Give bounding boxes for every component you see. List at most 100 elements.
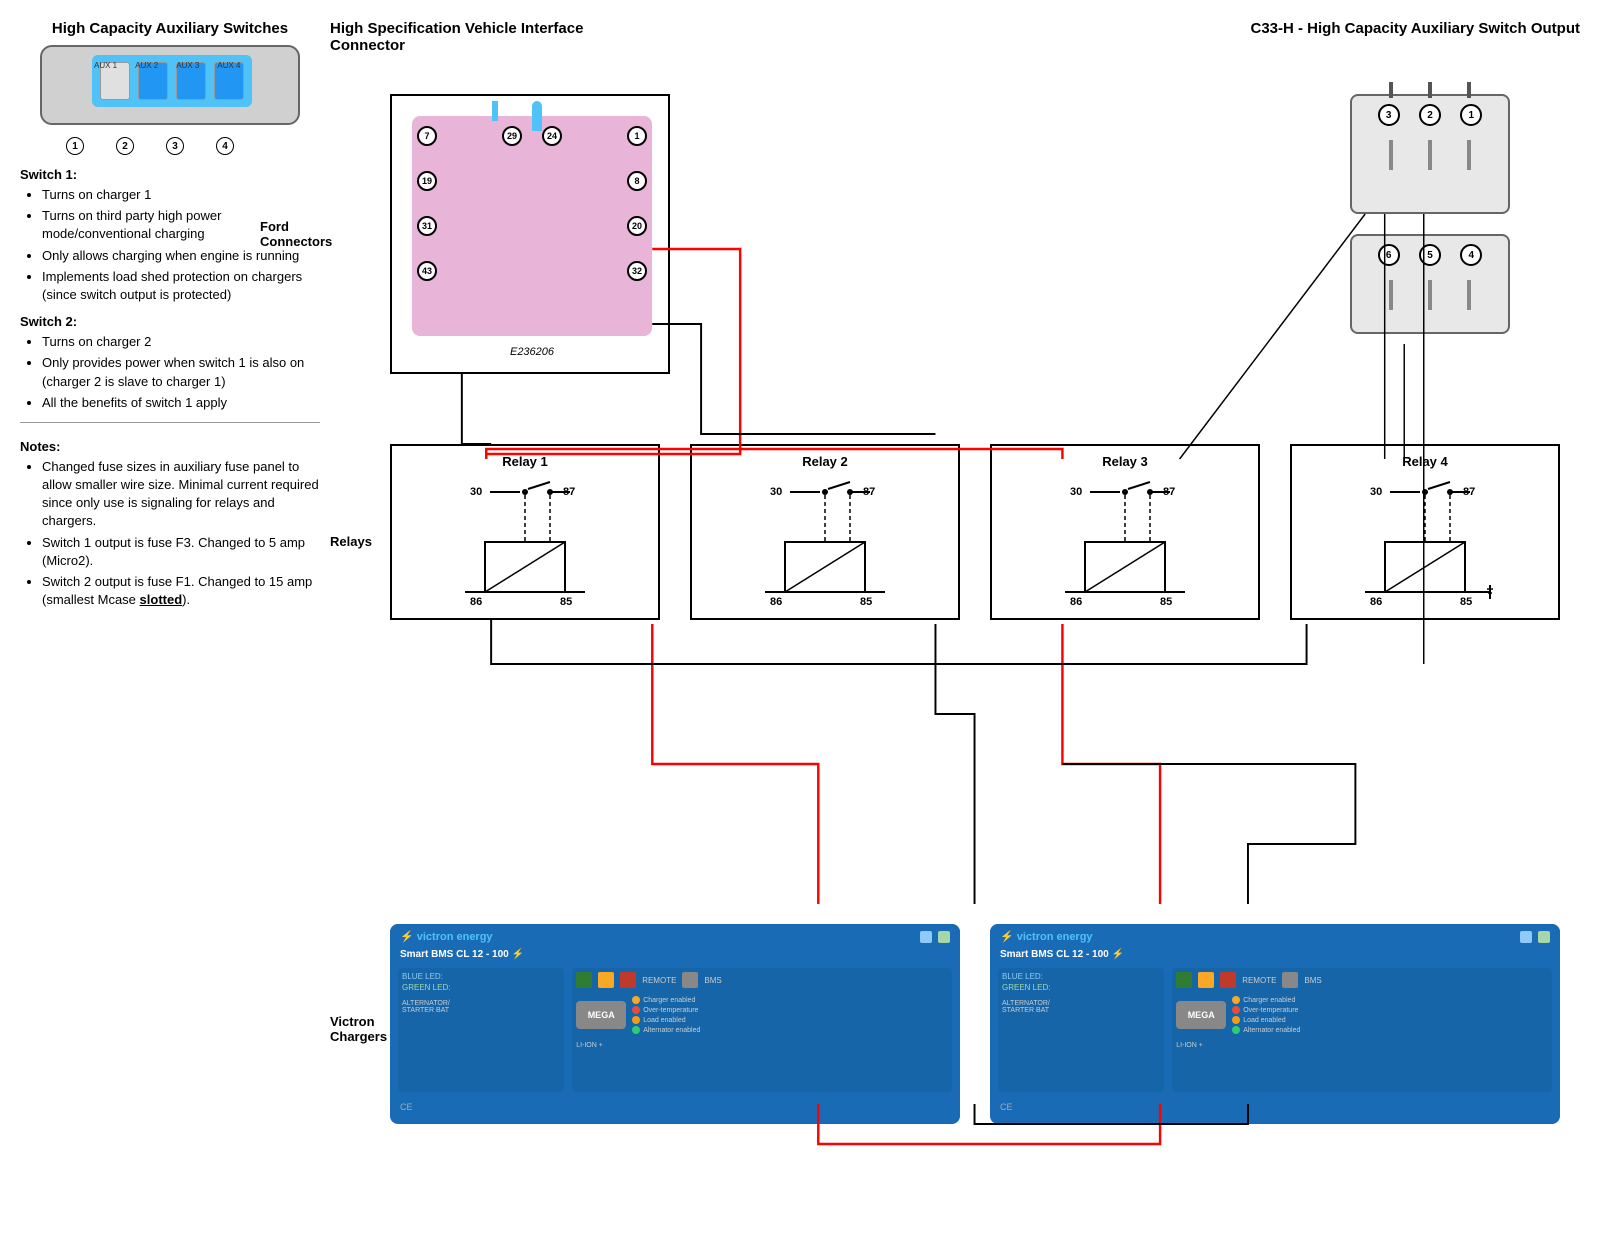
relay-2-title: Relay 2	[700, 454, 950, 469]
pin-19: 19	[417, 171, 437, 191]
ford-connector-box: 7 29 24 1 19 8 31 20 43 32 E236206	[390, 94, 670, 374]
relay-4-box: Relay 4 30 87 86	[1290, 444, 1560, 620]
relay-3-schematic: 30 87 86 85	[1000, 477, 1250, 607]
left-panel-title: High Capacity Auxiliary Switches	[20, 20, 320, 37]
top-titles: High Specification Vehicle InterfaceConn…	[330, 20, 1580, 54]
notes-bullets: Changed fuse sizes in auxiliary fuse pan…	[20, 458, 320, 610]
charger-1-right: REMOTE BMS MEGA Charger enabled	[572, 968, 952, 1092]
connector-label: E236206	[510, 346, 554, 358]
diagram-area: FordConnectors 7 29 24 1 19 8 31 20	[330, 64, 1580, 1164]
charger-2-right: REMOTE BMS MEGA Charger enabled	[1172, 968, 1552, 1092]
relays-label: Relays	[330, 534, 372, 549]
switch1-bullet-3: Only allows charging when engine is runn…	[42, 247, 320, 265]
charger-1-remote	[620, 972, 636, 988]
c33h-top-body: 3 2 1	[1350, 94, 1510, 214]
charger-1-terminal-1	[576, 972, 592, 988]
charger-1-terminal-2	[598, 972, 614, 988]
switch2-heading: Switch 2:	[20, 314, 320, 329]
victron-chargers-label: VictronChargers	[330, 1014, 387, 1044]
svg-text:85: 85	[560, 596, 572, 607]
switch-image: AUX 1 AUX 2 AUX 3 AUX 4	[40, 45, 300, 125]
svg-text:85: 85	[860, 596, 872, 607]
ford-connector-inner: 7 29 24 1 19 8 31 20 43 32 E236206	[412, 116, 652, 336]
charger-1-mega-fuse: MEGA	[576, 1001, 626, 1029]
title-c33h: C33-H - High Capacity Auxiliary Switch O…	[1251, 20, 1581, 54]
c33h-pin-3: 3	[1378, 104, 1400, 126]
relay-4-title: Relay 4	[1300, 454, 1550, 469]
svg-text:87: 87	[1463, 486, 1475, 498]
charger-1-ce: CE	[390, 1100, 960, 1114]
notes-underline: slotted	[140, 592, 183, 607]
right-panel: High Specification Vehicle InterfaceConn…	[330, 20, 1580, 1215]
svg-text:86: 86	[1070, 596, 1082, 607]
charger-2-left: BLUE LED: GREEN LED: ALTERNATOR/STARTER …	[998, 968, 1164, 1092]
svg-text:30: 30	[770, 486, 782, 498]
charger-2-ce: CE	[990, 1100, 1560, 1114]
switch-num-2: 2	[116, 137, 134, 155]
charger-1-top: ⚡ victron energy	[390, 924, 960, 949]
switch2-bullet-1: Turns on charger 2	[42, 333, 320, 351]
left-panel: High Capacity Auxiliary Switches AUX 1 A…	[20, 20, 330, 1215]
relay-3-box: Relay 3 30 87 86	[990, 444, 1260, 620]
c33h-pin-2: 2	[1419, 104, 1441, 126]
notes-section: Notes: Changed fuse sizes in auxiliary f…	[20, 439, 320, 610]
switch2-bullet-2: Only provides power when switch 1 is als…	[42, 354, 320, 390]
svg-text:87: 87	[563, 486, 575, 498]
charger-1-left: BLUE LED: GREEN LED: ALTERNATOR/STARTER …	[398, 968, 564, 1092]
notes-bullet-3: Switch 2 output is fuse F1. Changed to 1…	[42, 573, 320, 609]
pin-31: 31	[417, 216, 437, 236]
relay-2-box: Relay 2 30 87 86	[690, 444, 960, 620]
svg-text:86: 86	[470, 596, 482, 607]
svg-text:85: 85	[1160, 596, 1172, 607]
notes-heading: Notes:	[20, 439, 320, 454]
charger-2-top: ⚡ victron energy	[990, 924, 1560, 949]
pin-7: 7	[417, 126, 437, 146]
relay-3-title: Relay 3	[1000, 454, 1250, 469]
ford-connectors-label: FordConnectors	[260, 219, 332, 249]
charger-2-brand: ⚡ victron energy	[1000, 930, 1093, 943]
charger-1-body: BLUE LED: GREEN LED: ALTERNATOR/STARTER …	[390, 960, 960, 1100]
notes-bullet-2: Switch 1 output is fuse F3. Changed to 5…	[42, 534, 320, 570]
charger-2-terminal-1	[1176, 972, 1192, 988]
notes-bullet-1: Changed fuse sizes in auxiliary fuse pan…	[42, 458, 320, 531]
pin-43: 43	[417, 261, 437, 281]
charger-2-box: ⚡ victron energy Smart BMS CL 12 - 100 ⚡…	[990, 924, 1560, 1124]
c33h-pin-6: 6	[1378, 244, 1400, 266]
charger-2-model: Smart BMS CL 12 - 100 ⚡	[990, 949, 1560, 960]
relay-1-schematic: 30 87	[400, 477, 650, 607]
relay-1-title: Relay 1	[400, 454, 650, 469]
switch1-bullet-1: Turns on charger 1	[42, 186, 320, 204]
switch2-bullet-3: All the benefits of switch 1 apply	[42, 394, 320, 412]
c33h-pin-5: 5	[1419, 244, 1441, 266]
relay-4-schematic: 30 87 86 85	[1300, 477, 1550, 607]
svg-text:30: 30	[1370, 486, 1382, 498]
charger-1-brand: ⚡ victron energy	[400, 930, 493, 943]
c33h-pin-4: 4	[1460, 244, 1482, 266]
pin-32: 32	[627, 261, 647, 281]
svg-text:86: 86	[770, 596, 782, 607]
charger-1-box: ⚡ victron energy Smart BMS CL 12 - 100 ⚡…	[390, 924, 960, 1124]
switch-num-3: 3	[166, 137, 184, 155]
title-vehicle-interface: High Specification Vehicle InterfaceConn…	[330, 20, 583, 54]
c33h-pin-1: 1	[1460, 104, 1482, 126]
pin-20: 20	[627, 216, 647, 236]
svg-text:30: 30	[470, 486, 482, 498]
svg-text:87: 87	[1163, 486, 1175, 498]
pin-1: 1	[627, 126, 647, 146]
charger-2-bms	[1282, 972, 1298, 988]
svg-text:86: 86	[1370, 596, 1382, 607]
svg-text:85: 85	[1460, 596, 1472, 607]
relay-1-box: Relay 1 30 87	[390, 444, 660, 620]
switch-num-4: 4	[216, 137, 234, 155]
svg-text:87: 87	[863, 486, 875, 498]
charger-2-mega-fuse: MEGA	[1176, 1001, 1226, 1029]
c33h-connector: 3 2 1 6 5 4	[1330, 64, 1530, 344]
charger-2-body: BLUE LED: GREEN LED: ALTERNATOR/STARTER …	[990, 960, 1560, 1100]
pin-8: 8	[627, 171, 647, 191]
c33h-bottom-body: 6 5 4	[1350, 234, 1510, 334]
chargers-row: ⚡ victron energy Smart BMS CL 12 - 100 ⚡…	[390, 924, 1560, 1124]
switch1-heading: Switch 1:	[20, 167, 320, 182]
relay-2-schematic: 30 87 86 85	[700, 477, 950, 607]
charger-1-model: Smart BMS CL 12 - 100 ⚡	[390, 949, 960, 960]
pin-29: 29	[502, 126, 522, 146]
